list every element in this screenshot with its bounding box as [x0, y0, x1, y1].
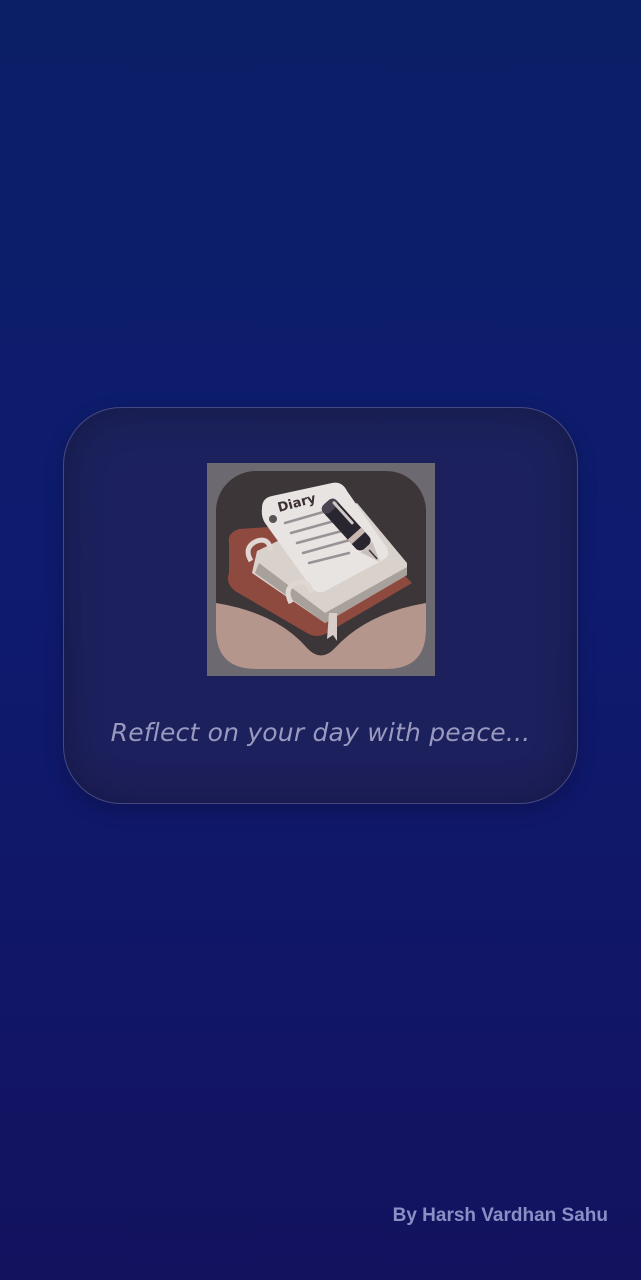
diary-logo-icon: Diary: [207, 463, 435, 676]
author-credit: By Harsh Vardhan Sahu: [392, 1205, 608, 1226]
splash-card: Diary Reflect on your day with peace...: [63, 407, 578, 804]
tagline-text: Reflect on your day with peace...: [110, 718, 531, 747]
